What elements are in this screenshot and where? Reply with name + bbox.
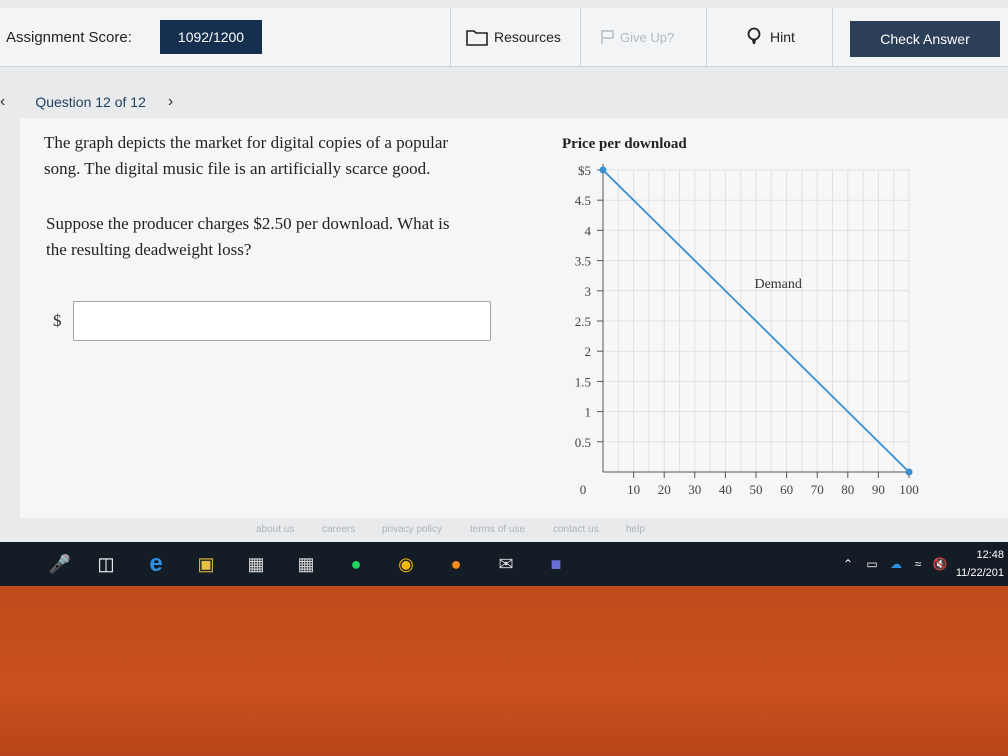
resources-button[interactable]: Resources (466, 8, 561, 66)
edge-browser-icon[interactable]: e (144, 550, 168, 577)
microphone-icon[interactable]: 🎤 (48, 552, 72, 576)
lightbulb-icon (747, 27, 761, 44)
toolbar-divider (450, 8, 451, 66)
x-tick-label: 0 (580, 482, 587, 497)
toolbar-divider (832, 8, 833, 66)
market-graph: Price per download $5 4.5 4 3.5 3 2.5 2 1.5 1 0.5 0… (562, 136, 919, 497)
mail-icon[interactable]: ✉ (494, 552, 518, 576)
next-question-arrow-icon[interactable]: › (168, 93, 173, 111)
x-tick-label: 40 (719, 482, 732, 497)
check-answer-button[interactable]: Check Answer (850, 21, 1000, 57)
question-prompt-line: the resulting deadweight loss? (46, 240, 252, 259)
spotify-icon[interactable]: ● (344, 552, 368, 576)
chevron-up-icon[interactable]: ⌃ (836, 552, 860, 576)
footer-link-contact[interactable]: contact us (553, 524, 599, 535)
browser-screen: Assignment Score: 1092/1200 Resources Gi… (0, 0, 1008, 586)
volume-muted-icon[interactable]: 🔇 (928, 552, 952, 576)
folder-icon (466, 30, 488, 46)
assignment-score-label: Assignment Score: (6, 28, 132, 46)
flag-icon (601, 30, 614, 44)
x-tick-label: 100 (899, 482, 919, 497)
onedrive-icon[interactable]: ☁ (884, 552, 908, 576)
y-tick-label: 3.5 (575, 254, 591, 269)
battery-icon[interactable]: ▭ (860, 552, 884, 576)
give-up-button[interactable]: Give Up? (600, 8, 674, 66)
give-up-label: Give Up? (620, 29, 675, 45)
x-tick-label: 70 (811, 482, 824, 497)
x-tick-label: 60 (780, 482, 793, 497)
deadweight-loss-answer-input[interactable] (73, 301, 491, 341)
footer-link-privacy[interactable]: privacy policy (382, 524, 442, 535)
toolbar-divider (580, 8, 581, 66)
hint-label: Hint (770, 29, 795, 45)
question-text-line: song. The digital music file is an artif… (44, 159, 431, 178)
y-tick-label: 4.5 (575, 193, 591, 208)
x-tick-label: 90 (872, 482, 885, 497)
clock-time: 12:48 (976, 549, 1004, 561)
y-tick-label: 0.5 (575, 435, 591, 450)
currency-symbol: $ (53, 311, 62, 330)
y-tick-label: 4 (585, 223, 592, 238)
previous-question-arrow-icon[interactable]: ‹ (0, 93, 5, 111)
demand-curve-point[interactable] (599, 166, 607, 174)
y-tick-label: 3 (585, 284, 592, 299)
question-text-line: The graph depicts the market for digital… (44, 133, 449, 152)
question-prompt-line: Suppose the producer charges $2.50 per d… (46, 214, 450, 233)
x-tick-label: 50 (750, 482, 763, 497)
store-icon[interactable]: ▦ (244, 552, 268, 576)
question-number: Question 12 of 12 (35, 94, 146, 110)
y-tick-label: 1.5 (575, 374, 591, 389)
teams-icon[interactable]: ■ (544, 552, 568, 576)
chrome-icon[interactable]: ◉ (394, 552, 418, 576)
demand-curve-point[interactable] (905, 468, 913, 476)
windows-taskbar: 🎤 ◫ e ▣ ▦ ▦ ● ◉ ● ✉ ■ ⌃ ▭ ☁ ≈ 🔇 12:48 11… (0, 542, 1008, 586)
footer-link-careers[interactable]: careers (322, 524, 355, 535)
y-tick-label: 2.5 (575, 314, 591, 329)
question-navigation: ‹ Question 12 of 12 › (0, 92, 173, 112)
clock-date: 11/22/201 (955, 567, 1004, 579)
x-tick-label: 10 (627, 482, 640, 497)
x-tick-label: 20 (658, 482, 671, 497)
y-tick-label: $5 (578, 163, 591, 178)
y-axis-label: Price per download (562, 136, 687, 152)
toolbar-divider (706, 8, 707, 66)
footer-link-about[interactable]: about us (256, 524, 294, 535)
monitor-bezel (0, 586, 1008, 756)
x-tick-label: 30 (688, 482, 701, 497)
assignment-toolbar: Assignment Score: 1092/1200 Resources Gi… (0, 8, 1008, 67)
y-tick-label: 2 (585, 344, 592, 359)
resources-label: Resources (494, 29, 561, 45)
x-tick-label: 80 (841, 482, 854, 497)
firefox-icon[interactable]: ● (444, 552, 468, 576)
file-explorer-icon[interactable]: ▣ (194, 552, 218, 576)
demand-curve-label: Demand (754, 277, 801, 292)
footer-link-terms[interactable]: terms of use (470, 524, 525, 535)
system-clock[interactable]: 12:48 11/22/201 (956, 546, 1004, 582)
task-view-icon[interactable]: ◫ (94, 552, 118, 576)
footer-link-help[interactable]: help (626, 524, 645, 535)
calculator-icon[interactable]: ▦ (294, 552, 318, 576)
hint-button[interactable]: Hint (746, 8, 795, 66)
page-footer: about us careers privacy policy terms of… (0, 518, 1008, 542)
assignment-score-value: 1092/1200 (160, 20, 262, 54)
wifi-icon[interactable]: ≈ (906, 552, 930, 576)
y-tick-label: 1 (585, 405, 592, 420)
